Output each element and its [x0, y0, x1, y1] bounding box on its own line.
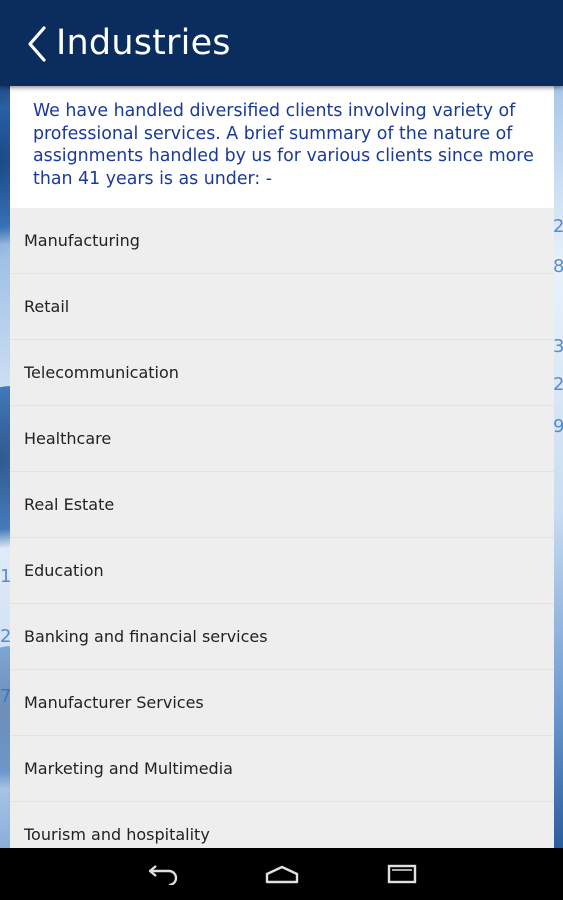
home-nav-icon[interactable] [222, 848, 342, 900]
list-item[interactable]: Education [10, 538, 554, 604]
list-item[interactable]: Marketing and Multimedia [10, 736, 554, 802]
industry-list: Manufacturing Retail Telecommunication H… [10, 208, 554, 848]
list-item-label: Manufacturer Services [24, 693, 204, 712]
background-digit: 2 [553, 374, 563, 395]
list-item-label: Retail [24, 297, 70, 316]
page-title: Industries [56, 23, 231, 63]
intro-text: We have handled diversified clients invo… [33, 101, 534, 189]
list-item-label: Tourism and hospitality [24, 825, 210, 844]
chevron-left-icon[interactable] [20, 19, 54, 69]
background-digit: 9 [553, 416, 563, 437]
list-item-label: Education [24, 561, 104, 580]
list-item-label: Banking and financial services [24, 627, 268, 646]
background-digit: 8 [553, 256, 563, 277]
list-item[interactable]: Banking and financial services [10, 604, 554, 670]
list-item[interactable]: Real Estate [10, 472, 554, 538]
list-item-label: Manufacturing [24, 231, 140, 250]
back-nav-icon[interactable] [102, 848, 222, 900]
list-item[interactable]: Tourism and hospitality [10, 802, 554, 848]
list-item-label: Marketing and Multimedia [24, 759, 233, 778]
list-item-label: Real Estate [24, 495, 115, 514]
app-bar: Industries [0, 0, 563, 86]
list-item-label: Healthcare [24, 429, 112, 448]
recents-nav-icon[interactable] [342, 848, 462, 900]
list-item[interactable]: Retail [10, 274, 554, 340]
list-item-label: Telecommunication [24, 363, 179, 382]
background-digit: 3 [553, 336, 563, 357]
list-item[interactable]: Healthcare [10, 406, 554, 472]
list-item[interactable]: Manufacturer Services [10, 670, 554, 736]
background-digit: 2 [553, 216, 563, 237]
intro-card: We have handled diversified clients invo… [10, 86, 554, 208]
list-item[interactable]: Telecommunication [10, 340, 554, 406]
system-nav-bar [0, 848, 563, 900]
list-item[interactable]: Manufacturing [10, 208, 554, 274]
